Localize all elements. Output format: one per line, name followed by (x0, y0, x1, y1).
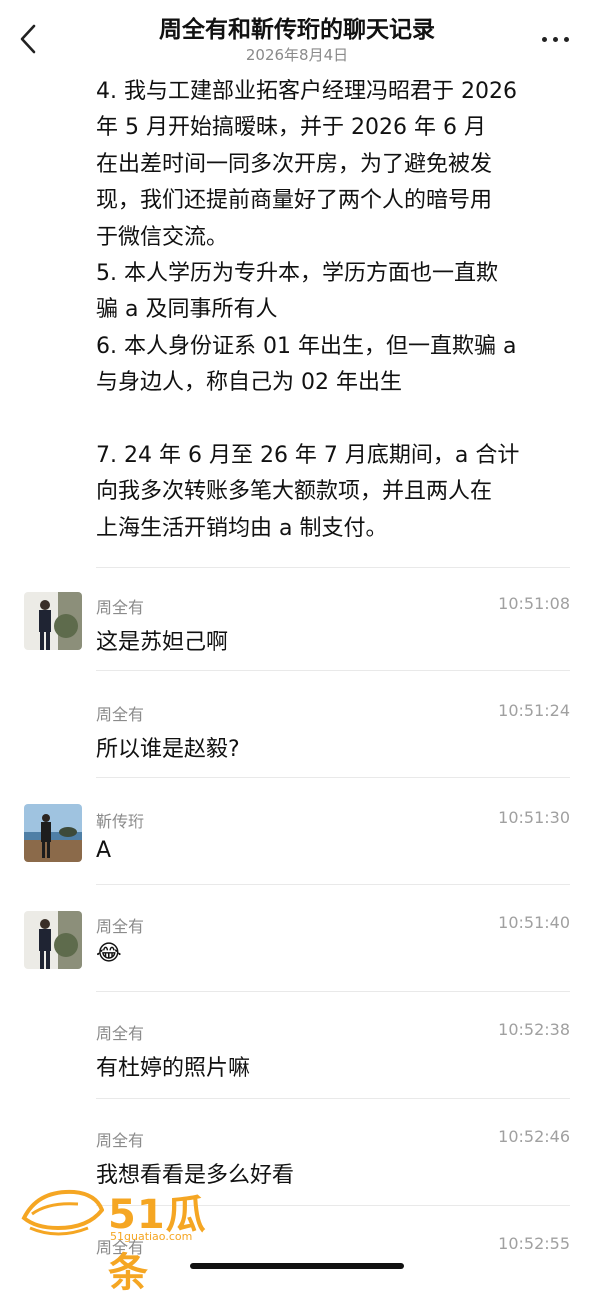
message-time: 10:51:40 (498, 913, 570, 932)
sender-name: 周全有 (96, 1131, 145, 1150)
chat-message[interactable]: 周全有 10:51:40 😂 (0, 885, 594, 991)
quote-line: 在出差时间一同多次开房，为了避免被发 (96, 151, 493, 177)
more-dots-icon[interactable] (536, 22, 576, 56)
message-time: 10:51:30 (498, 808, 570, 827)
avatar (24, 911, 82, 969)
header: 周全有和靳传珩的聊天记录 2026年8月4日 (0, 0, 594, 70)
chat-message[interactable]: 靳传珩 10:51:30 A (0, 778, 594, 884)
quote-line: 4. 我与工建部业拓客户经理冯昭君于 2026 (96, 79, 517, 104)
chat-message[interactable]: 周全有 10:51:08 这是苏妲己啊 (0, 568, 594, 674)
quote-line: 5. 本人学历为专升本，学历方面也一直欺 (96, 261, 498, 287)
quote-line: 向我多次转账多笔大额款项，并且两人在 (96, 479, 493, 505)
page-title: 周全有和靳传珩的聊天记录 (159, 17, 435, 43)
avatar (24, 592, 82, 650)
sender-name: 周全有 (96, 1024, 145, 1043)
message-time: 10:52:46 (498, 1127, 570, 1146)
message-text: 这是苏妲己啊 (96, 630, 229, 655)
sender-name: 靳传珩 (96, 812, 145, 831)
watermark-url: 51guatiao.com (110, 1230, 193, 1243)
quote-line: 与身边人，称自己为 02 年出生 (96, 370, 402, 396)
message-time: 10:51:24 (498, 701, 570, 720)
quote-line: 骗 a 及同事所有人 (96, 297, 278, 323)
home-indicator (190, 1263, 404, 1269)
watermark-logo: 51瓜条 51guatiao.com (18, 1180, 218, 1296)
quote-line: 6. 本人身份证系 01 年出生，但一直欺骗 a (96, 333, 517, 359)
quote-line: 年 5 月开始搞暧昧，并于 2026 年 6 月 (96, 115, 486, 141)
message-time: 10:52:38 (498, 1020, 570, 1039)
message-time: 10:52:55 (498, 1234, 570, 1253)
quote-blank-line (96, 402, 566, 438)
message-text: 😂 (96, 941, 122, 966)
quoted-message-text: 4. 我与工建部业拓客户经理冯昭君于 2026 年 5 月开始搞暧昧，并于 20… (96, 74, 566, 547)
chat-message[interactable]: 周全有 10:51:24 所以谁是赵毅? (0, 671, 594, 777)
sender-name: 周全有 (96, 917, 145, 936)
sender-name: 周全有 (96, 598, 145, 617)
avatar (24, 804, 82, 862)
message-text: A (96, 838, 112, 863)
sender-name: 周全有 (96, 705, 145, 724)
quote-line: 于微信交流。 (96, 224, 229, 250)
message-text: 所以谁是赵毅? (96, 737, 240, 762)
quote-line: 上海生活开销均由 a 制支付。 (96, 515, 388, 541)
message-text: 有杜婷的照片嘛 (96, 1056, 251, 1081)
record-date: 2026年8月4日 (245, 46, 349, 64)
message-time: 10:51:08 (498, 594, 570, 613)
quote-line: 7. 24 年 6 月至 26 年 7 月底期间，a 合计 (96, 443, 520, 469)
quote-line: 现，我们还提前商量好了两个人的暗号用 (96, 188, 493, 214)
chat-message[interactable]: 周全有 10:52:38 有杜婷的照片嘛 (0, 992, 594, 1098)
